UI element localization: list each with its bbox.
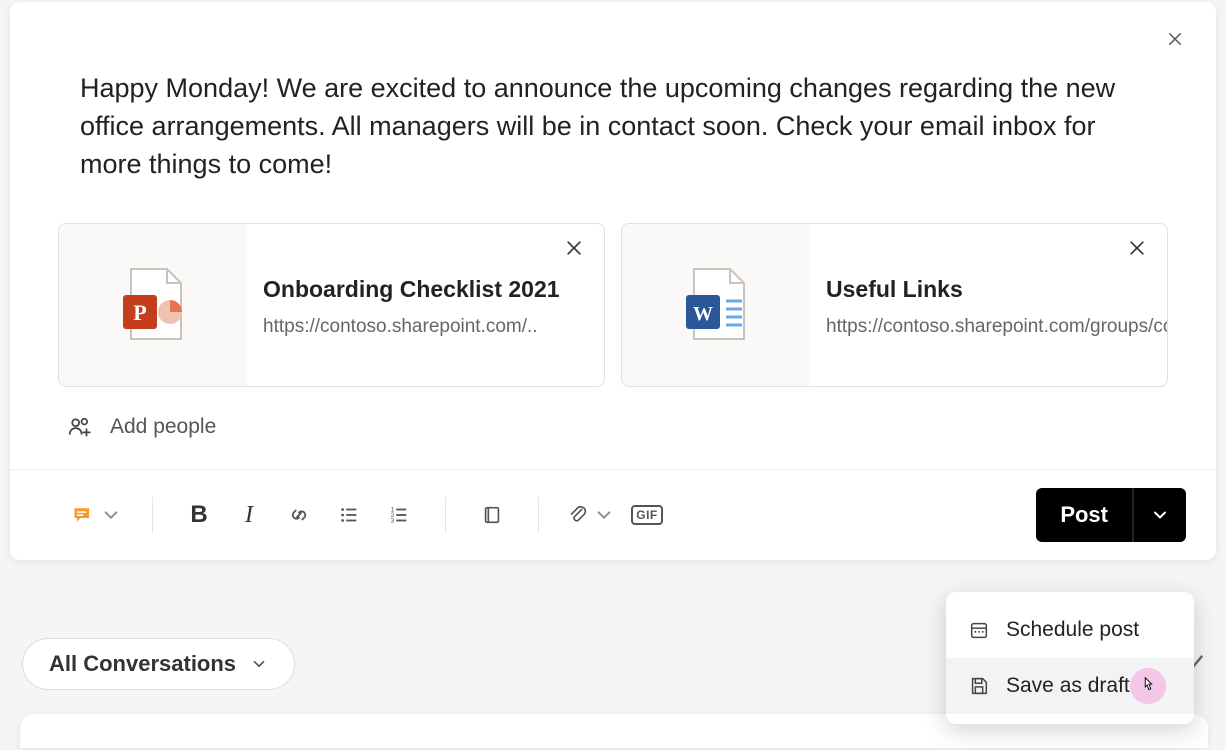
post-split-button: Post [1036,488,1186,542]
remove-attachment-button[interactable] [1127,238,1153,264]
svg-text:W: W [693,303,713,325]
remove-attachment-button[interactable] [564,238,590,264]
word-file-icon: W [680,265,752,345]
chevron-down-icon [100,504,122,526]
discussion-icon [72,504,94,526]
add-people-row[interactable]: Add people [10,405,1216,469]
book-icon [481,504,503,526]
save-icon [968,675,990,697]
chevron-down-icon [1150,505,1170,525]
powerpoint-file-icon: P [117,265,189,345]
attachment-url: https://contoso.sharepoint.com/.. [263,315,560,340]
bold-icon: B [190,501,207,529]
attachment-body: Onboarding Checklist 2021 https://contos… [247,224,584,386]
numbered-list-icon: 1 2 3 [388,504,410,526]
compose-toolbar: B I 1 2 3 [10,469,1216,560]
separator [152,497,153,533]
menu-item-label: Schedule post [1006,618,1139,642]
separator [445,497,446,533]
attachments-row: P Onboarding Checklist 2021 https://cont… [10,223,1216,405]
filter-label: All Conversations [49,651,236,677]
close-icon [1166,30,1184,48]
post-button[interactable]: Post [1036,488,1132,542]
people-add-icon [66,413,94,441]
chevron-down-icon [250,655,268,673]
link-icon [288,504,310,526]
svg-text:P: P [133,300,146,325]
topic-button[interactable] [470,493,514,537]
numbered-list-button[interactable]: 1 2 3 [377,493,421,537]
attach-button[interactable] [563,493,619,537]
add-people-placeholder: Add people [110,415,216,439]
svg-text:3: 3 [391,518,395,525]
bullet-list-button[interactable] [327,493,371,537]
calendar-icon [968,619,990,641]
attachment-icon-wrap: W [622,224,810,386]
attachment-card[interactable]: W Useful Links https://contoso.sharepoin… [621,223,1168,387]
attachment-title: Useful Links [826,275,1168,305]
conversations-filter[interactable]: All Conversations [22,638,295,690]
attachment-icon-wrap: P [59,224,247,386]
italic-button[interactable]: I [227,493,271,537]
separator [538,497,539,533]
gif-button[interactable]: GIF [625,493,669,537]
link-button[interactable] [277,493,321,537]
bold-button[interactable]: B [177,493,221,537]
close-icon [564,238,584,258]
menu-item-label: Save as draft [1006,674,1130,698]
attachment-body: Useful Links https://contoso.sharepoint.… [810,224,1168,386]
gif-icon: GIF [631,505,663,525]
message-type-picker[interactable] [66,493,128,537]
menu-item-schedule-post[interactable]: Schedule post [946,602,1194,658]
attachment-url: https://contoso.sharepoint.com/groups/co… [826,315,1168,340]
paperclip-icon [567,504,589,526]
attachment-title: Onboarding Checklist 2021 [263,275,560,305]
bullet-list-icon [338,504,360,526]
post-options-menu: Schedule post Save as draft [946,592,1194,724]
post-options-button[interactable] [1132,488,1186,542]
cursor-highlight [1130,668,1166,704]
close-compose-button[interactable] [1166,30,1190,54]
italic-icon: I [245,502,253,529]
menu-item-save-as-draft[interactable]: Save as draft [946,658,1194,714]
compose-card: Happy Monday! We are excited to announce… [10,2,1216,560]
chevron-down-icon [593,504,615,526]
compose-message-text[interactable]: Happy Monday! We are excited to announce… [10,2,1216,223]
close-icon [1127,238,1147,258]
pointer-cursor-icon [1137,675,1159,697]
attachment-card[interactable]: P Onboarding Checklist 2021 https://cont… [58,223,605,387]
